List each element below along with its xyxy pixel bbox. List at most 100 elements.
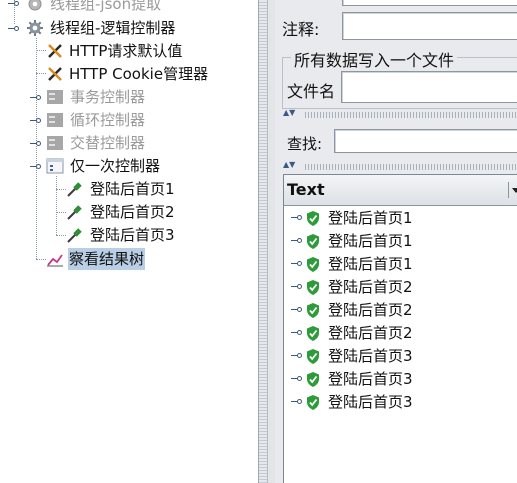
search-field[interactable] [334,129,517,153]
collapse-arrows-icon[interactable]: ▲▼ [283,109,295,117]
tree-expand-handle[interactable] [291,397,302,406]
result-item[interactable]: 登陆后首页2 [284,322,517,344]
success-shield-icon [307,257,319,272]
tree-item-once-only-controller[interactable]: 仅一次控制器 [28,155,246,177]
tree-item-label: 循环控制器 [70,111,146,129]
view-results-tree-panel: 注释: 所有数据写入一个文件 文件名 ▲▼ 查找: ▲▼ Text 登陆后首页1… [275,0,517,483]
tree-item-interleave-controller[interactable]: 交替控制器 [28,132,246,154]
tree-item-http-defaults[interactable]: HTTP请求默认值 [46,40,246,62]
tree-connector [36,50,46,51]
tree-item-label: 登陆后首页3 [90,226,175,244]
tree-item-label: 交替控制器 [70,134,146,152]
comment-field[interactable] [342,12,517,40]
result-item-label: 登陆后首页2 [328,324,413,342]
tree-item-label: 仅一次控制器 [70,157,161,175]
tree-expand-handle[interactable] [30,139,41,148]
tree-item-sampler-1[interactable]: 登陆后首页1 [66,178,246,200]
success-shield-icon [307,303,319,318]
section-divider[interactable] [305,164,517,170]
comment-label: 注释: [282,20,320,39]
results-renderer-label: Text [287,180,325,199]
tree-item-thread-group-json[interactable]: 线程组-json提取 [6,0,246,15]
tree-item-loop-controller[interactable]: 循环控制器 [28,109,246,131]
search-label: 查找: [287,135,323,153]
result-item[interactable]: 登陆后首页3 [284,368,517,390]
tree-item-label: 察看结果树 [68,248,146,270]
results-renderer-selector[interactable]: Text [284,175,517,206]
tree-item-label: 线程组-json提取 [50,0,162,13]
tree-item-cookie-manager[interactable]: HTTP Cookie管理器 [46,63,246,85]
result-item-label: 登陆后首页3 [328,347,413,365]
result-item-label: 登陆后首页3 [328,370,413,388]
controller-icon [47,90,63,104]
tree-expand-handle[interactable] [291,351,302,360]
wrench-icon [48,44,62,58]
result-item[interactable]: 登陆后首页3 [284,345,517,367]
tree-item-thread-group-logic[interactable]: 线程组-逻辑控制器 [6,17,246,39]
tree-expand-handle[interactable] [291,259,302,268]
filename-label: 文件名 [287,82,336,101]
success-shield-icon [307,349,319,364]
result-item[interactable]: 登陆后首页3 [284,391,517,413]
tree-connector [56,212,66,213]
tree-item-label: 事务控制器 [70,88,146,106]
controller-icon [46,158,64,174]
tree-item-label: 登陆后首页2 [90,203,175,221]
gear-icon [28,0,42,11]
controller-icon [47,113,63,127]
results-tree: Text 登陆后首页1 登陆后首页1 登陆后首页1 登陆后首页2 登陆后首页2 … [283,174,517,483]
result-item-label: 登陆后首页1 [328,232,413,250]
tree-expand-handle[interactable] [291,236,302,245]
tree-connector [56,235,66,236]
results-tree-icon [47,254,63,267]
wrench-icon [48,67,62,81]
section-divider[interactable] [305,112,517,118]
success-shield-icon [307,211,319,226]
result-item-label: 登陆后首页3 [328,393,413,411]
result-item[interactable]: 登陆后首页1 [284,207,517,229]
collapse-arrows-icon[interactable]: ▲▼ [283,161,295,169]
success-shield-icon [307,326,319,341]
tree-item-label: 登陆后首页1 [90,180,175,198]
controller-icon [47,136,63,150]
tree-expand-handle[interactable] [291,282,302,291]
result-item[interactable]: 登陆后首页2 [284,299,517,321]
tree-connector [56,176,57,235]
tree-expand-handle[interactable] [291,305,302,314]
tree-expand-handle[interactable] [8,0,19,8]
result-item[interactable]: 登陆后首页1 [284,253,517,275]
result-item-label: 登陆后首页2 [328,301,413,319]
result-item-label: 登陆后首页1 [328,209,413,227]
tree-item-label: HTTP请求默认值 [69,42,183,60]
tree-expand-handle[interactable] [30,93,41,102]
tree-expand-handle[interactable] [8,24,19,33]
success-shield-icon [307,395,319,410]
result-item[interactable]: 登陆后首页1 [284,230,517,252]
tree-connector [56,189,66,190]
success-shield-icon [307,372,319,387]
tree-expand-handle[interactable] [30,162,41,171]
tree-item-label: HTTP Cookie管理器 [69,65,209,83]
tree-connector [36,259,46,260]
success-shield-icon [307,280,319,295]
gear-icon [27,20,43,36]
result-item-label: 登陆后首页1 [328,255,413,273]
tree-expand-handle[interactable] [291,328,302,337]
tree-connector [36,73,46,74]
tree-item-sampler-3[interactable]: 登陆后首页3 [66,224,246,246]
sampler-pipette-icon [67,205,82,220]
chevron-down-icon[interactable] [508,182,517,198]
tree-expand-handle[interactable] [291,213,302,222]
result-item-label: 登陆后首页2 [328,278,413,296]
tree-expand-handle[interactable] [30,116,41,125]
write-to-file-group-title: 所有数据写入一个文件 [291,47,458,71]
name-field[interactable] [342,0,517,6]
sampler-pipette-icon [67,182,82,197]
result-item[interactable]: 登陆后首页2 [284,276,517,298]
tree-expand-handle[interactable] [291,374,302,383]
tree-item-sampler-2[interactable]: 登陆后首页2 [66,201,246,223]
filename-field[interactable] [341,71,517,103]
tree-item-view-results-tree[interactable]: 察看结果树 [46,248,246,270]
tree-item-transaction-controller[interactable]: 事务控制器 [28,86,246,108]
success-shield-icon [307,234,319,249]
